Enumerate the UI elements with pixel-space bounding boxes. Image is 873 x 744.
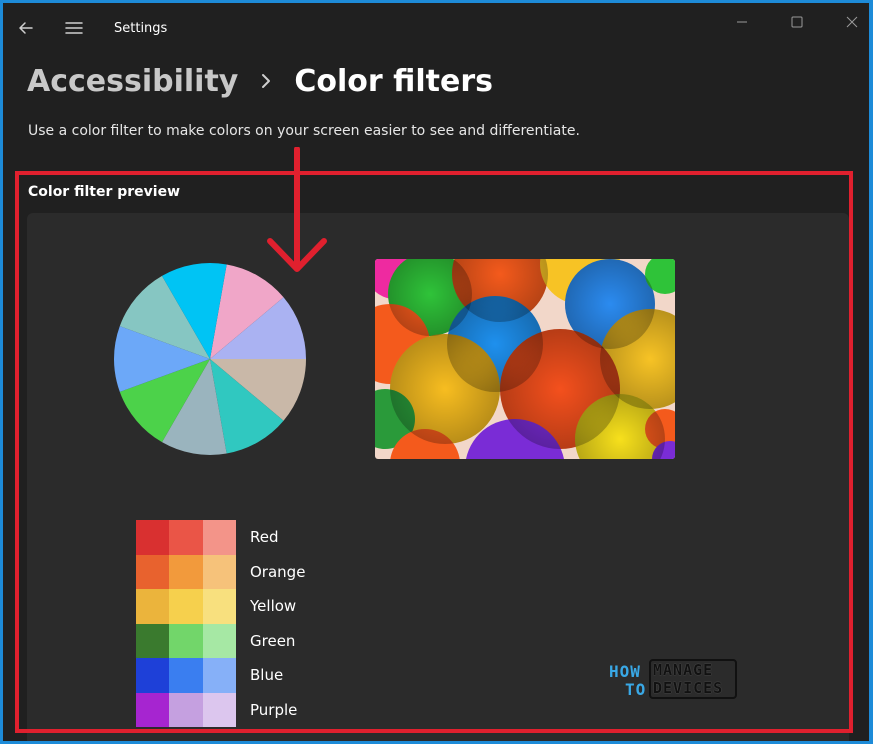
page-description: Use a color filter to make colors on you… — [28, 123, 580, 139]
color-swatch — [169, 589, 203, 624]
color-swatch — [169, 554, 203, 589]
breadcrumb-accessibility[interactable]: Accessibility — [27, 64, 238, 99]
app-title: Settings — [114, 21, 168, 36]
watermark-manage: MANAGE — [653, 661, 714, 679]
swatch-row — [136, 520, 236, 555]
color-pinwheels-image — [375, 259, 675, 459]
color-swatch — [169, 658, 203, 693]
color-swatch — [136, 589, 170, 624]
color-swatch — [169, 520, 203, 555]
color-swatch — [136, 692, 170, 727]
swatch-label-orange: Orange — [250, 562, 306, 581]
swatch-label-blue: Blue — [250, 666, 284, 684]
page-title: Color filters — [294, 63, 493, 99]
color-swatch — [169, 623, 203, 658]
annotation-arrow-icon — [267, 147, 327, 272]
watermark-to: TO — [625, 680, 647, 699]
color-swatch — [169, 692, 203, 727]
color-swatch — [202, 520, 236, 555]
swatch-row — [136, 554, 236, 589]
swatch-label-red: Red — [250, 528, 279, 546]
swatch-row — [136, 589, 236, 624]
swatch-label-purple: Purple — [250, 700, 298, 719]
close-icon[interactable] — [839, 11, 865, 33]
swatch-label-yellow: Yellow — [250, 597, 297, 615]
color-filter-preview-label: Color filter preview — [28, 184, 181, 200]
color-swatch — [202, 589, 236, 624]
swatch-label-green: Green — [250, 631, 296, 650]
settings-window: Settings Accessibility Color filters Use… — [3, 3, 869, 741]
color-swatch-grid — [136, 520, 236, 727]
color-swatch — [202, 692, 236, 727]
minimize-icon[interactable] — [729, 11, 755, 33]
chevron-right-icon — [262, 74, 271, 88]
hamburger-menu-icon[interactable] — [63, 17, 85, 39]
watermark-devices: DEVICES — [653, 679, 724, 697]
color-swatch — [136, 554, 170, 589]
maximize-icon[interactable] — [784, 11, 810, 33]
swatch-row — [136, 692, 236, 727]
title-bar: Settings — [3, 3, 869, 51]
color-swatch-labels: Red Orange Yellow Green Blue Purple — [250, 520, 305, 727]
color-swatch — [136, 658, 170, 693]
color-swatch — [136, 520, 170, 555]
watermark-logo: HOW TO MANAGE DEVICES — [609, 656, 739, 702]
color-swatch — [136, 623, 170, 658]
color-swatch — [202, 554, 236, 589]
swatch-row — [136, 623, 236, 658]
color-swatch — [202, 623, 236, 658]
swatch-row — [136, 658, 236, 693]
breadcrumb: Accessibility Color filters — [27, 57, 493, 105]
back-icon[interactable] — [15, 17, 37, 39]
color-wheel-preview — [114, 263, 306, 455]
watermark-how: HOW — [609, 662, 641, 681]
color-swatch — [202, 658, 236, 693]
